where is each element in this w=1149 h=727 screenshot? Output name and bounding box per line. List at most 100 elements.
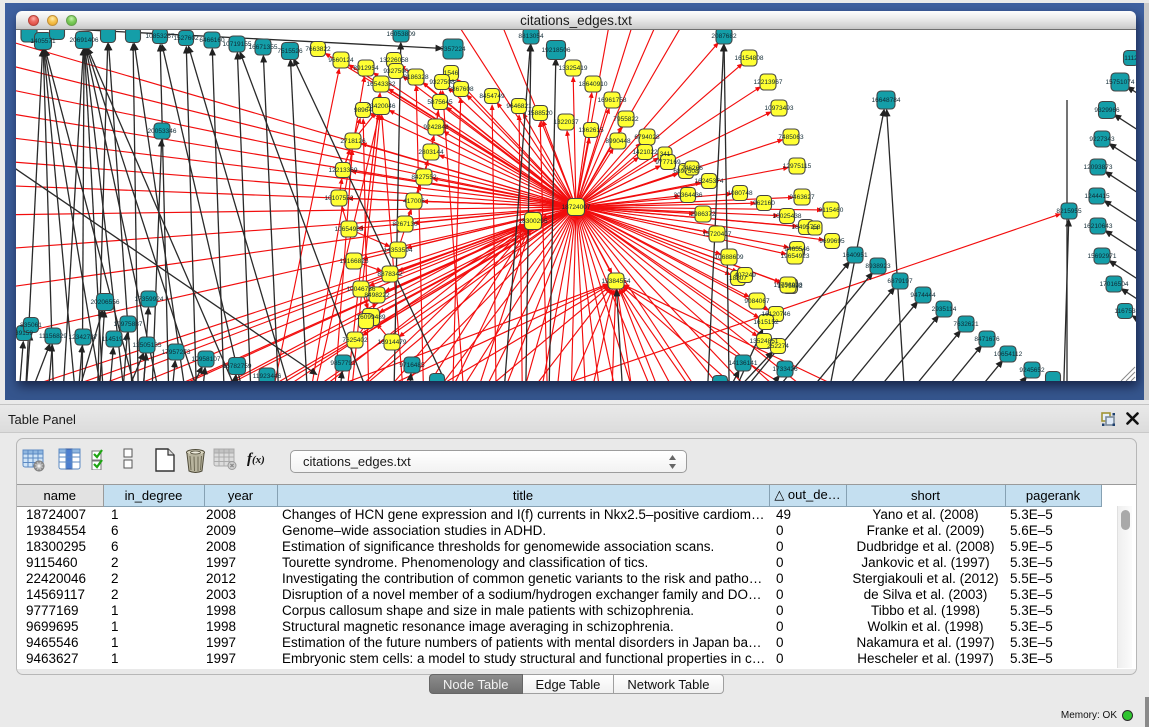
svg-text:13226058: 13226058 xyxy=(380,57,409,64)
svg-text:6466160: 6466160 xyxy=(199,37,225,44)
svg-text:8215955: 8215955 xyxy=(1056,208,1082,215)
svg-text:10688609: 10688609 xyxy=(715,254,744,261)
svg-text:341: 341 xyxy=(660,151,671,158)
svg-text:9242848: 9242848 xyxy=(423,124,449,131)
svg-text:17016504: 17016504 xyxy=(1100,281,1129,288)
svg-text:16245374: 16245374 xyxy=(695,178,724,185)
svg-text:17359924: 17359924 xyxy=(135,296,164,303)
svg-text:11923446: 11923446 xyxy=(253,373,282,380)
svg-text:16782759: 16782759 xyxy=(223,363,252,370)
svg-text:12975115: 12975115 xyxy=(783,163,812,170)
svg-text:962160: 962160 xyxy=(753,200,775,207)
svg-text:7515526: 7515526 xyxy=(277,48,303,55)
svg-text:13325419: 13325419 xyxy=(559,65,588,72)
svg-text:10853267: 10853267 xyxy=(146,33,175,40)
svg-text:1405571: 1405571 xyxy=(30,38,56,45)
svg-text:8878342: 8878342 xyxy=(377,271,403,278)
svg-text:20691406: 20691406 xyxy=(70,37,99,44)
svg-text:7485063: 7485063 xyxy=(778,134,804,141)
svg-text:1421022: 1421022 xyxy=(632,149,658,156)
svg-text:9463627: 9463627 xyxy=(789,194,815,201)
svg-text:1145194: 1145194 xyxy=(102,336,127,343)
svg-text:17957273: 17957273 xyxy=(162,349,191,356)
svg-text:15692971: 15692971 xyxy=(1088,253,1117,260)
svg-text:9084067: 9084067 xyxy=(744,298,770,305)
svg-text:2935114: 2935114 xyxy=(932,306,957,313)
svg-text:252274: 252274 xyxy=(767,343,789,350)
svg-text:12505135: 12505135 xyxy=(133,342,162,349)
svg-text:2867608: 2867608 xyxy=(448,86,474,93)
svg-text:98964: 98964 xyxy=(354,107,372,114)
svg-text:8186328: 8186328 xyxy=(403,74,429,81)
svg-text:10025438: 10025438 xyxy=(773,213,802,220)
svg-text:16120746: 16120746 xyxy=(762,311,791,318)
svg-text:9474444: 9474444 xyxy=(910,292,936,299)
svg-text:16543382: 16543382 xyxy=(367,81,396,88)
svg-text:7625402: 7625402 xyxy=(342,337,368,344)
svg-text:20364436: 20364436 xyxy=(674,192,703,199)
svg-text:14136141: 14136141 xyxy=(729,360,758,367)
svg-text:8427552: 8427552 xyxy=(411,174,437,181)
svg-text:6794028: 6794028 xyxy=(634,134,660,141)
svg-text:9115460: 9115460 xyxy=(819,207,844,214)
svg-text:8498222: 8498222 xyxy=(364,292,390,299)
svg-text:20053346: 20053346 xyxy=(148,128,177,135)
svg-text:9329966: 9329966 xyxy=(1094,107,1120,114)
svg-text:11156829: 11156829 xyxy=(39,333,67,340)
svg-text:10654112: 10654112 xyxy=(994,351,1023,358)
svg-text:19166825: 19166825 xyxy=(340,258,369,265)
svg-text:2986372: 2986372 xyxy=(690,211,716,218)
svg-text:1588520: 1588520 xyxy=(527,110,553,117)
svg-text:8454749: 8454749 xyxy=(479,93,505,100)
svg-text:7632621: 7632621 xyxy=(953,321,979,328)
svg-text:12342737: 12342737 xyxy=(69,334,98,341)
svg-text:19756928: 19756928 xyxy=(774,282,803,289)
svg-text:116753: 116753 xyxy=(1114,308,1136,315)
svg-text:1733426: 1733426 xyxy=(772,366,798,373)
svg-text:16099489: 16099489 xyxy=(357,314,386,321)
svg-text:7955822: 7955822 xyxy=(613,116,639,123)
svg-text:16053809: 16053809 xyxy=(387,31,416,38)
svg-text:15751074: 15751074 xyxy=(1106,79,1135,86)
svg-text:9716485: 9716485 xyxy=(399,362,425,369)
svg-text:1615152: 1615152 xyxy=(753,319,779,326)
svg-text:16961758: 16961758 xyxy=(598,97,627,104)
svg-text:16914479: 16914479 xyxy=(378,339,407,346)
svg-text:18640910: 18640910 xyxy=(579,81,608,88)
svg-text:19384554: 19384554 xyxy=(602,278,631,285)
svg-text:835061: 835061 xyxy=(20,322,42,329)
svg-text:9327508: 9327508 xyxy=(429,79,455,86)
svg-text:15720407: 15720407 xyxy=(703,231,732,238)
svg-text:8938923: 8938923 xyxy=(865,263,891,270)
svg-text:10975887: 10975887 xyxy=(114,321,143,328)
svg-text:1640951: 1640951 xyxy=(842,252,868,259)
svg-text:9465546: 9465546 xyxy=(784,246,810,253)
svg-text:16154808: 16154808 xyxy=(735,55,764,62)
svg-text:1080748: 1080748 xyxy=(727,190,753,197)
svg-text:9660124: 9660124 xyxy=(328,57,354,64)
svg-text:9227343: 9227343 xyxy=(1089,136,1115,143)
svg-text:1112: 1112 xyxy=(1124,55,1136,62)
svg-text:9777169: 9777169 xyxy=(655,159,681,166)
svg-text:16210643: 16210643 xyxy=(1084,223,1113,230)
svg-text:18724007: 18724007 xyxy=(562,204,591,211)
svg-text:2718126: 2718126 xyxy=(340,138,366,145)
svg-text:2087682: 2087682 xyxy=(711,33,737,40)
svg-text:10973493: 10973493 xyxy=(765,105,794,112)
svg-text:417006: 417006 xyxy=(403,198,425,205)
svg-text:12213369: 12213369 xyxy=(329,167,358,174)
svg-text:8267130: 8267130 xyxy=(392,221,418,228)
svg-text:20206556: 20206556 xyxy=(91,299,120,306)
svg-text:19218506: 19218506 xyxy=(542,47,571,54)
svg-text:1527602: 1527602 xyxy=(173,35,199,42)
svg-text:10958107: 10958107 xyxy=(192,356,221,363)
svg-text:8471676: 8471676 xyxy=(974,336,1000,343)
svg-text:18300295: 18300295 xyxy=(519,218,548,225)
svg-text:746266: 746266 xyxy=(681,165,703,172)
svg-text:12093873: 12093873 xyxy=(1084,164,1113,171)
svg-text:6879197: 6879197 xyxy=(887,278,913,285)
svg-text:10107552: 10107552 xyxy=(325,195,354,202)
svg-text:8813054: 8813054 xyxy=(518,33,544,40)
svg-text:1322037: 1322037 xyxy=(553,119,579,126)
svg-text:7357224: 7357224 xyxy=(440,46,466,53)
